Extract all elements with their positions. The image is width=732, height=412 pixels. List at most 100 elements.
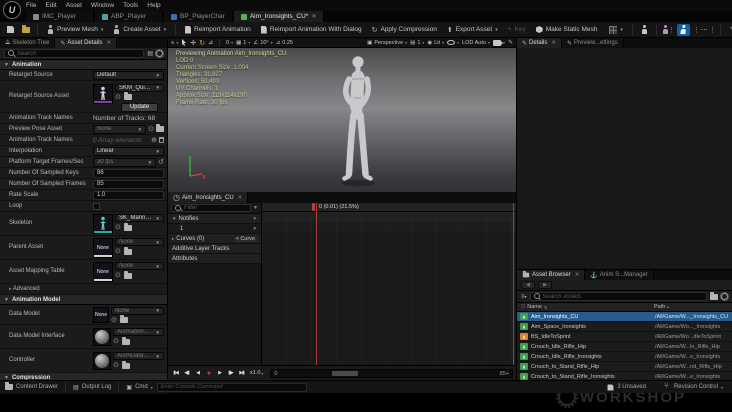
close-tab-icon[interactable]: ✕	[311, 13, 316, 20]
options-dots-icon[interactable]: ⋮	[668, 26, 675, 34]
view-mode-dropdown[interactable]: ◉ Lit ▾	[427, 40, 444, 46]
select-tool-icon[interactable]	[181, 39, 187, 46]
asset-row[interactable]: Aim_Ironsights_CU /All/Game/W..._Ironsig…	[517, 312, 732, 322]
close-icon[interactable]: ✕	[575, 272, 580, 278]
preview-pose-asset-dropdown[interactable]: None ▼	[93, 124, 147, 134]
tab-anim-slot-manager[interactable]: ⚓ Anim S...Manager	[585, 270, 654, 280]
track-attributes[interactable]: Attributes	[168, 254, 261, 264]
tab-bp-playerchar[interactable]: BP_PlayerChar	[164, 11, 233, 22]
interpolation-dropdown[interactable]: Linear ▼	[93, 146, 164, 156]
column-name[interactable]: Name	[527, 304, 542, 310]
filter-dropdown-icon[interactable]: ≡▾	[521, 294, 527, 300]
step-forward-button[interactable]: ▮▶	[226, 368, 235, 379]
console-input[interactable]	[160, 384, 303, 390]
step-backward-button[interactable]: ◀▮	[182, 368, 191, 379]
controller-dropdown[interactable]: AnimDataController▼	[113, 352, 164, 360]
asset-row[interactable]: BS_IdleToSprint /All/Game/Wo...dleToSpri…	[517, 332, 732, 342]
view-options-icon[interactable]: ▤	[147, 50, 153, 57]
surface-snap-chip[interactable]: 0 ▾	[226, 40, 233, 46]
timeline-track-area[interactable]: 0 (0.01) (21.5%)	[262, 203, 516, 365]
browse-icon[interactable]	[123, 246, 132, 255]
use-selected-icon[interactable]: ⊙	[115, 94, 121, 101]
browse-icon[interactable]	[156, 124, 164, 132]
asset-thumbnail[interactable]	[93, 83, 113, 104]
gear-icon[interactable]	[155, 49, 164, 58]
menu-asset[interactable]: Asset	[66, 2, 82, 9]
preview-mesh-button[interactable]: Preview Mesh ▾	[43, 24, 107, 36]
details-search-input-wrap[interactable]	[4, 49, 145, 58]
create-asset-button[interactable]: Create Asset ▾	[109, 24, 170, 36]
column-path[interactable]: Path ▴	[654, 304, 728, 310]
go-to-end-button[interactable]: ▶▮	[237, 368, 246, 379]
advanced-expander[interactable]: ▸ Advanced	[0, 284, 167, 295]
perspective-dropdown[interactable]: ▣ Perspective ▾	[367, 40, 407, 46]
notifies-lane[interactable]	[262, 212, 516, 222]
add-element-icon[interactable]: ⊕	[151, 137, 157, 144]
preview-lod-dropdown[interactable]: ▾	[605, 24, 627, 36]
reimport-animation-with-dialog-button[interactable]: Reimport Animation With Dialog	[257, 24, 366, 36]
close-icon[interactable]: ✕	[106, 40, 111, 46]
track-options-icon[interactable]: ▼	[253, 226, 257, 231]
rotation-snap-chip[interactable]: ∠ 10° ▾	[253, 40, 272, 46]
track-options-icon[interactable]: ▼	[253, 216, 257, 221]
playback-speed-dropdown[interactable]: x1.0 ▾	[248, 370, 265, 376]
tab-asset-browser[interactable]: Asset Browser ✕	[517, 270, 586, 280]
category-animation-model[interactable]: ▼ Animation Model	[0, 295, 167, 305]
use-selected-icon[interactable]: ⊙	[115, 248, 121, 255]
skeleton-dropdown[interactable]: SK_Mannequin▼	[115, 214, 164, 222]
tab-preview-scene-settings[interactable]: ✎ Preview...ettings	[561, 38, 624, 48]
asset-row[interactable]: Crouch_to_Stand_Rifle_Hip /All/Game/W...…	[517, 362, 732, 372]
asset-row[interactable]: Crouch_Idle_Rifle_Ironsights /All/Game/W…	[517, 352, 732, 362]
show-flags-dropdown[interactable]: ▾	[447, 40, 459, 45]
use-selected-icon[interactable]: ⊙	[113, 338, 119, 345]
lod-dropdown[interactable]: LOD Auto ▾	[462, 40, 490, 46]
tab-asset-details[interactable]: ✎ Asset Details ✕	[55, 38, 118, 48]
track-notifies[interactable]: ▼ Notifies ▼	[168, 214, 261, 224]
browse-icon[interactable]	[119, 315, 128, 323]
browse-icon[interactable]	[123, 92, 132, 100]
use-selected-icon[interactable]: ⊙	[115, 272, 121, 279]
playhead-knob[interactable]	[312, 203, 315, 211]
viewport-menu-button[interactable]: ≡ ▾	[171, 40, 178, 46]
record-button[interactable]: ●	[204, 368, 213, 379]
tab-imc-player[interactable]: IMC_Player	[26, 11, 94, 22]
make-static-mesh-button[interactable]: Make Static Mesh	[532, 24, 602, 36]
settings-gear-icon[interactable]	[720, 292, 729, 301]
funnel-icon[interactable]: ▽	[521, 304, 525, 310]
loop-checkbox[interactable]	[93, 202, 100, 210]
parent-asset-dropdown[interactable]: None ▼	[115, 238, 164, 246]
tab-details[interactable]: ✎ Details ✕	[517, 38, 562, 48]
3d-viewport[interactable]: Previewing Animation Aim_Ironsights_CU L…	[168, 48, 516, 192]
play-button[interactable]: ▶	[215, 368, 224, 379]
reset-icon[interactable]: ↺	[158, 159, 164, 166]
expander-icon[interactable]: ▼	[172, 216, 176, 221]
save-folder-icon[interactable]	[710, 291, 718, 300]
parent-asset-thumbnail[interactable]: None	[93, 238, 113, 258]
scale-snap-chip[interactable]: ⊿ 0.25	[276, 40, 293, 46]
interface-thumbnail[interactable]	[93, 328, 111, 346]
use-selected-icon[interactable]: ⊙	[148, 126, 154, 133]
data-model-thumbnail[interactable]: None	[93, 306, 109, 323]
use-selected-icon[interactable]: ⊙	[113, 362, 119, 369]
browse-icon[interactable]	[121, 336, 130, 345]
data-model-interface-dropdown[interactable]: AnimationDataModelInterface▼	[113, 328, 164, 336]
forward-button[interactable]: ▶	[538, 281, 552, 289]
add-key-button[interactable]: + Key	[504, 24, 530, 36]
tab-skeleton-tree[interactable]: ⟁ Skeleton Tree	[0, 38, 56, 48]
unsaved-button[interactable]: 3 Unsaved	[607, 384, 646, 391]
rotate-tool-icon[interactable]: ↻	[199, 39, 205, 47]
output-log-button[interactable]: ▤ Output Log	[73, 384, 111, 391]
content-drawer-button[interactable]: Content Drawer	[5, 382, 58, 390]
platform-fps-dropdown[interactable]: 30 fps ▼	[93, 157, 157, 167]
track-additive-layers[interactable]: Additive Layer Tracks	[168, 244, 261, 254]
go-to-front-button[interactable]: ▮◀	[171, 368, 180, 379]
preview-character-button[interactable]: ⋮	[662, 24, 675, 36]
menu-edit[interactable]: Edit	[45, 2, 56, 9]
camera-dropdown[interactable]: ▾	[492, 39, 505, 46]
play-reverse-button[interactable]: ◀	[193, 368, 202, 379]
pinned-commands-icon[interactable]: ✎	[508, 39, 513, 46]
asset-mapping-thumbnail[interactable]: None	[93, 262, 113, 282]
tab-aim-ironsights-cu[interactable]: Aim_Ironsights_CU* ✕	[233, 11, 325, 22]
menu-file[interactable]: File	[26, 2, 36, 9]
retarget-source-asset-dropdown[interactable]: SKM_Quinn_Simple▼	[115, 83, 164, 92]
